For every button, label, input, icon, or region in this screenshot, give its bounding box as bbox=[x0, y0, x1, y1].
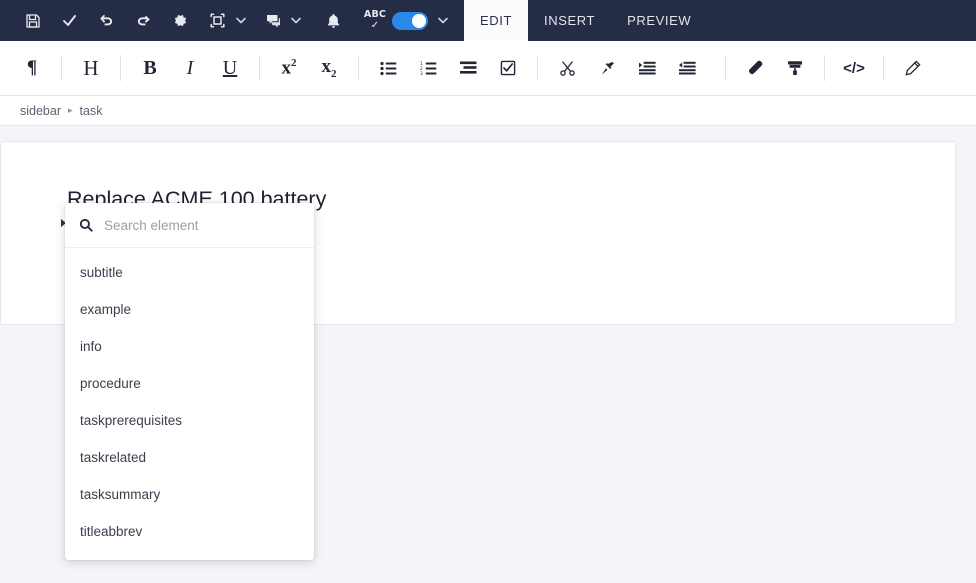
top-toolbar-icons: ABC ✓ bbox=[0, 0, 456, 41]
list-item-subtitle[interactable]: subtitle bbox=[65, 254, 314, 291]
save-button[interactable] bbox=[14, 0, 51, 41]
check-icon: ✓ bbox=[371, 21, 379, 31]
editor-canvas: Replace ACME 100 battery subtitle exampl… bbox=[0, 126, 976, 583]
breadcrumb-item-task[interactable]: task bbox=[80, 104, 103, 118]
list-item-titleabbrev[interactable]: titleabbrev bbox=[65, 513, 314, 550]
abc-label: ABC bbox=[364, 10, 386, 20]
toggle-knob bbox=[412, 14, 426, 28]
unordered-list-button[interactable] bbox=[368, 48, 408, 88]
subscript-glyph: x2 bbox=[322, 56, 337, 80]
redo-button[interactable] bbox=[125, 0, 162, 41]
ordered-list-button[interactable]: 1 2 3 bbox=[408, 48, 448, 88]
toolbar-separator bbox=[259, 55, 260, 81]
undo-button[interactable] bbox=[88, 0, 125, 41]
definition-list-button[interactable] bbox=[448, 48, 488, 88]
breadcrumb-item-sidebar[interactable]: sidebar bbox=[20, 104, 61, 118]
comments-group bbox=[254, 0, 309, 41]
comments-button[interactable] bbox=[254, 0, 291, 41]
indent-button[interactable] bbox=[627, 48, 667, 88]
toolbar-separator bbox=[725, 55, 726, 81]
list-item-tasksummary[interactable]: tasksummary bbox=[65, 476, 314, 513]
search-field-wrapper[interactable] bbox=[65, 203, 314, 248]
format-toolbar: ¶ H B I U x2 x2 1 2 3 bbox=[0, 41, 976, 96]
paragraph-button[interactable]: ¶ bbox=[12, 48, 52, 88]
element-picker-dropdown: subtitle example info procedure taskprer… bbox=[65, 203, 314, 560]
heading-button[interactable]: H bbox=[71, 48, 111, 88]
breadcrumb: sidebar ▸ task bbox=[0, 96, 976, 126]
outdent-button[interactable] bbox=[667, 48, 707, 88]
format-painter-button[interactable] bbox=[775, 48, 815, 88]
superscript-button[interactable]: x2 bbox=[269, 48, 309, 88]
checklist-button[interactable] bbox=[488, 48, 528, 88]
notifications-button[interactable] bbox=[315, 0, 352, 41]
paste-button[interactable] bbox=[587, 48, 627, 88]
bold-button[interactable]: B bbox=[130, 48, 170, 88]
toolbar-separator bbox=[358, 55, 359, 81]
source-code-button[interactable]: </> bbox=[834, 48, 874, 88]
spellcheck-toggle[interactable] bbox=[392, 12, 428, 30]
settings-button[interactable] bbox=[162, 0, 199, 41]
chevron-down-icon-spellcheck[interactable] bbox=[434, 0, 452, 41]
underline-button[interactable]: U bbox=[210, 48, 250, 88]
abc-check-icon: ABC ✓ bbox=[364, 10, 386, 31]
search-input[interactable] bbox=[104, 218, 300, 233]
tab-insert[interactable]: INSERT bbox=[528, 0, 611, 41]
top-toolbar: ABC ✓ EDIT INSERT PREVIEW bbox=[0, 0, 976, 41]
breadcrumb-separator-icon: ▸ bbox=[68, 105, 73, 116]
spellcheck-button[interactable]: ABC ✓ bbox=[362, 0, 388, 41]
chevron-down-icon-fullscreen[interactable] bbox=[232, 0, 250, 41]
chevron-down-icon-comments[interactable] bbox=[287, 0, 305, 41]
superscript-glyph: x2 bbox=[282, 57, 297, 79]
spellcheck-group: ABC ✓ bbox=[362, 0, 456, 41]
toolbar-separator bbox=[824, 55, 825, 81]
cut-button[interactable] bbox=[547, 48, 587, 88]
toolbar-separator bbox=[61, 55, 62, 81]
fullscreen-group bbox=[199, 0, 254, 41]
list-item-taskrelated[interactable]: taskrelated bbox=[65, 439, 314, 476]
edit-button[interactable] bbox=[893, 48, 933, 88]
tab-preview[interactable]: PREVIEW bbox=[611, 0, 707, 41]
list-item-info[interactable]: info bbox=[65, 328, 314, 365]
toolbar-separator bbox=[537, 55, 538, 81]
toolbar-separator bbox=[120, 55, 121, 81]
clear-format-button[interactable] bbox=[735, 48, 775, 88]
search-icon bbox=[79, 218, 93, 232]
list-item-example[interactable]: example bbox=[65, 291, 314, 328]
tab-edit[interactable]: EDIT bbox=[464, 0, 528, 41]
fullscreen-button[interactable] bbox=[199, 0, 236, 41]
svg-text:3: 3 bbox=[420, 71, 423, 76]
list-item-procedure[interactable]: procedure bbox=[65, 365, 314, 402]
toolbar-separator bbox=[883, 55, 884, 81]
subscript-button[interactable]: x2 bbox=[309, 48, 349, 88]
check-button[interactable] bbox=[51, 0, 88, 41]
list-item-taskprerequisites[interactable]: taskprerequisites bbox=[65, 402, 314, 439]
mode-tabs: EDIT INSERT PREVIEW bbox=[464, 0, 707, 41]
italic-button[interactable]: I bbox=[170, 48, 210, 88]
element-list: subtitle example info procedure taskprer… bbox=[65, 248, 314, 560]
